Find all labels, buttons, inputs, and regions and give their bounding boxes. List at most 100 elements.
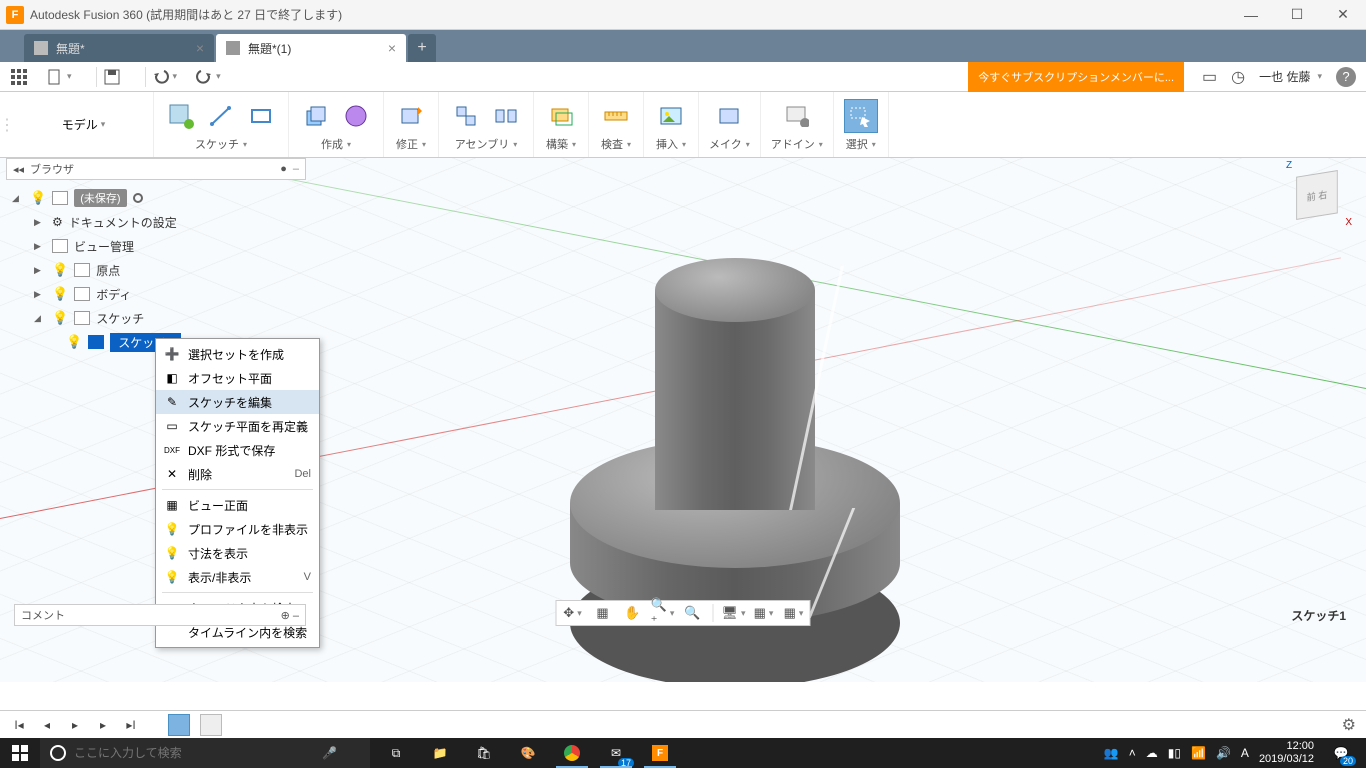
workspace-switcher[interactable]: モデル [14, 92, 154, 157]
start-button[interactable] [0, 738, 40, 768]
panel-label[interactable]: 修正 [396, 136, 426, 152]
redo-button[interactable] [195, 68, 221, 86]
ime-icon[interactable]: A [1241, 746, 1249, 760]
subscription-promo-button[interactable]: 今すぐサブスクリプションメンバーに... [968, 62, 1184, 92]
insert-decal-button[interactable] [654, 99, 688, 133]
scripts-button[interactable] [780, 99, 814, 133]
display-settings-button[interactable]: 🖥 [724, 603, 744, 623]
3d-print-button[interactable] [712, 99, 746, 133]
tray-expand-icon[interactable]: ˄ [1129, 746, 1136, 760]
people-icon[interactable]: 👥 [1104, 746, 1119, 760]
new-component-button[interactable] [449, 99, 483, 133]
wifi-icon[interactable]: 📶 [1191, 746, 1206, 760]
extensions-icon[interactable]: ▭ [1202, 67, 1217, 87]
ctx-delete[interactable]: ✕削除Del [156, 462, 319, 486]
pan-button[interactable]: ✋ [623, 603, 643, 623]
undo-button[interactable] [152, 68, 178, 86]
activate-radio-icon[interactable] [133, 193, 143, 203]
timeline-end-button[interactable]: ▸I [122, 716, 140, 734]
microsoft-store-button[interactable]: 🛍 [464, 738, 504, 768]
add-comment-icon[interactable]: ⊕ – [281, 609, 299, 622]
viewport-layout-button[interactable]: ▦ [784, 603, 804, 623]
mail-button[interactable]: ✉17 [596, 738, 636, 768]
tree-item-bodies[interactable]: ▶💡ボディ [6, 282, 306, 306]
ctx-hide-profiles[interactable]: 💡プロファイルを非表示 [156, 517, 319, 541]
timeline-forward-button[interactable]: ▸ [94, 716, 112, 734]
timeline-play-button[interactable]: ▸ [66, 716, 84, 734]
look-at-button[interactable]: ▦ [593, 603, 613, 623]
job-status-icon[interactable]: ◷ [1231, 67, 1245, 87]
tree-item-origin[interactable]: ▶💡原点 [6, 258, 306, 282]
panel-label[interactable]: 挿入 [656, 136, 686, 152]
onedrive-icon[interactable]: ☁ [1146, 746, 1158, 760]
document-tab-active[interactable]: 無題*(1) × [216, 34, 406, 62]
tree-item-docsettings[interactable]: ▶⚙ドキュメントの設定 [6, 210, 306, 234]
ctx-edit-sketch[interactable]: ✎スケッチを編集 [156, 390, 319, 414]
bulb-on-icon[interactable]: 💡 [66, 334, 82, 350]
panel-label[interactable]: 作成 [321, 136, 351, 152]
tree-item-views[interactable]: ▶ビュー管理 [6, 234, 306, 258]
ctx-redefine-sketch-plane[interactable]: ▭スケッチ平面を再定義 [156, 414, 319, 438]
taskbar-search[interactable]: 🎤 [40, 738, 370, 768]
battery-icon[interactable]: ▮▯ [1168, 746, 1181, 760]
document-tab[interactable]: 無題* × [24, 34, 214, 62]
file-explorer-button[interactable]: 📁 [420, 738, 460, 768]
panel-label[interactable]: 選択 [846, 136, 876, 152]
tree-root[interactable]: ◢💡 (未保存) [6, 186, 306, 210]
ribbon-grip[interactable]: ⋮ [0, 92, 14, 157]
maximize-button[interactable]: ☐ [1274, 0, 1320, 30]
tab-close-icon[interactable]: × [388, 40, 396, 56]
bulb-on-icon[interactable]: 💡 [52, 310, 68, 326]
viewport-3d[interactable]: Z 前 右 X ◂◂ ブラウザ ● – ◢💡 (未保存) ▶⚙ドキュメントの設定… [0, 158, 1366, 682]
timeline-feature-extrude[interactable] [200, 714, 222, 736]
tree-item-sketches[interactable]: ◢💡スケッチ [6, 306, 306, 330]
viewcube[interactable]: Z 前 右 X [1286, 164, 1346, 224]
timeline-start-button[interactable]: I◂ [10, 716, 28, 734]
ctx-offset-plane[interactable]: ◧オフセット平面 [156, 366, 319, 390]
create-sketch-button[interactable] [164, 99, 198, 133]
fusion360-taskbar-button[interactable]: F [640, 738, 680, 768]
ctx-save-as-dxf[interactable]: DXFDXF 形式で保存 [156, 438, 319, 462]
save-button[interactable] [103, 68, 121, 86]
panel-label[interactable]: 検査 [601, 136, 631, 152]
viewcube-face-front[interactable]: 前 右 [1296, 170, 1338, 220]
ctx-create-selection-set[interactable]: ➕選択セットを作成 [156, 342, 319, 366]
ctx-toggle-visibility[interactable]: 💡表示/非表示V [156, 565, 319, 589]
file-menu-button[interactable] [46, 68, 72, 86]
plane-button[interactable] [544, 99, 578, 133]
pin-icon[interactable]: ● [280, 163, 287, 175]
bulb-off-icon[interactable]: 💡 [52, 262, 68, 278]
timeline-feature-sketch[interactable] [168, 714, 190, 736]
rectangle-tool-button[interactable] [244, 99, 278, 133]
new-tab-button[interactable]: + [408, 34, 436, 62]
minimize-button[interactable]: — [1228, 0, 1274, 30]
fit-button[interactable]: 🔍 [683, 603, 703, 623]
chrome-button[interactable] [552, 738, 592, 768]
line-tool-button[interactable] [204, 99, 238, 133]
ctx-look-at[interactable]: ▦ビュー正面 [156, 493, 319, 517]
panel-label[interactable]: アセンブリ [455, 136, 517, 152]
paint-button[interactable]: 🎨 [508, 738, 548, 768]
task-view-button[interactable]: ⧉ [376, 738, 416, 768]
search-input[interactable] [74, 746, 314, 760]
user-account-menu[interactable]: 一也 佐藤 [1259, 68, 1322, 85]
volume-icon[interactable]: 🔊 [1216, 746, 1231, 760]
grid-settings-button[interactable]: ▦ [754, 603, 774, 623]
panel-label[interactable]: アドイン [771, 136, 823, 152]
apps-grid-button[interactable] [10, 68, 28, 86]
tab-close-icon[interactable]: × [196, 40, 204, 56]
close-button[interactable]: ✕ [1320, 0, 1366, 30]
extrude-button[interactable] [299, 99, 333, 133]
comment-bar[interactable]: コメント ⊕ – [14, 604, 306, 626]
ctx-show-dimensions[interactable]: 💡寸法を表示 [156, 541, 319, 565]
measure-button[interactable] [599, 99, 633, 133]
panel-label[interactable]: 構築 [546, 136, 576, 152]
clock[interactable]: 12:00 2019/03/12 [1259, 740, 1314, 766]
timeline-settings-icon[interactable]: ⚙ [1342, 715, 1356, 735]
mic-icon[interactable]: 🎤 [322, 746, 337, 760]
press-pull-button[interactable] [394, 99, 428, 133]
orbit-button[interactable]: ✥ [563, 603, 583, 623]
action-center-button[interactable]: 💬20 [1324, 738, 1358, 768]
bulb-on-icon[interactable]: 💡 [52, 286, 68, 302]
select-tool-button[interactable] [844, 99, 878, 133]
